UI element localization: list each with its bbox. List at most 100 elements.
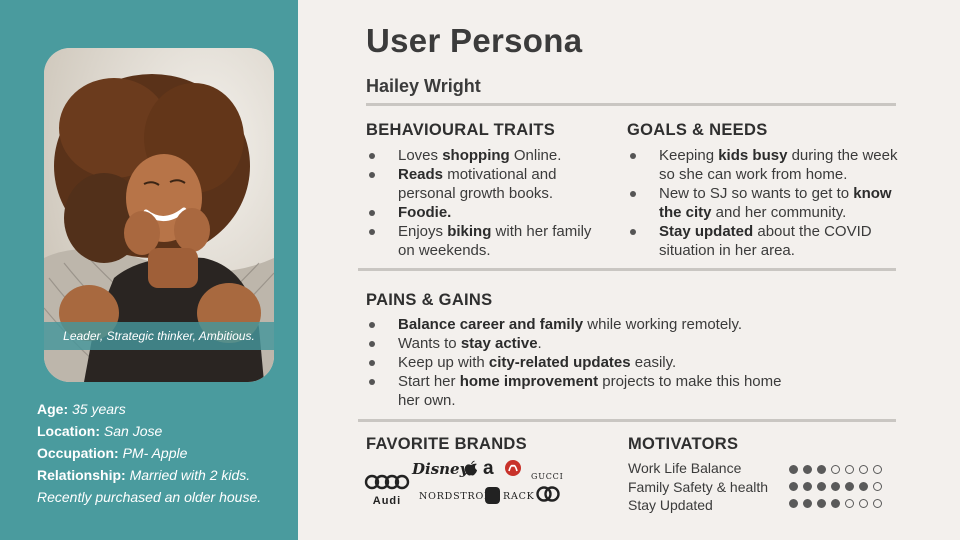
fact-location: Location: San Jose [37, 420, 287, 442]
fact-age: Age: 35 years [37, 398, 287, 420]
behavioural-item: Reads motivational and personal growth b… [366, 165, 611, 203]
text-segment: New to SJ so wants to get to [659, 185, 854, 202]
motivators-heading: MOTIVATORS [628, 435, 739, 453]
text-segment: home improvement [459, 373, 599, 390]
fact-occupation: Occupation: PM- Apple [37, 442, 287, 464]
fact-relationship: Relationship: Married with 2 kids. [37, 464, 287, 486]
nordstrom-rack-icon [485, 487, 500, 504]
rating-dot-empty [873, 465, 882, 474]
fact-value: 35 years [72, 401, 126, 417]
gucci-wordmark: GUCCI [531, 472, 564, 481]
rating-dot-filled [859, 482, 868, 491]
fact-label: Age: [37, 401, 69, 417]
persona-name: Hailey Wright [366, 76, 481, 96]
rating-dot-empty [873, 482, 882, 491]
text-segment: Keeping [659, 147, 719, 164]
goals-item: New to SJ so wants to get to know the ci… [627, 184, 907, 222]
amazon-icon: a [483, 458, 494, 479]
text-segment: biking [447, 223, 492, 240]
brand-logos: Audi Disney a GUCCI NORDSTROM RACK [364, 458, 564, 510]
apple-icon [464, 460, 478, 481]
divider [366, 103, 896, 106]
fact-note: Recently purchased an older house. [37, 486, 287, 508]
goals-item: Stay updated about the COVID situation i… [627, 222, 907, 260]
gucci-icon [536, 485, 560, 508]
text-segment: while working remotely. [583, 316, 743, 333]
rating-dot-empty [845, 465, 854, 474]
rating-dot-filled [789, 499, 798, 508]
pains-item: Start her home improvement projects to m… [366, 372, 806, 410]
pains-item: Wants to stay active. [366, 334, 806, 353]
text-segment: city-related updates [488, 354, 631, 371]
pains-item: Keep up with city-related updates easily… [366, 353, 806, 372]
behavioural-list: Loves shopping Online. Reads motivational… [366, 146, 611, 260]
rating-dot-filled [789, 465, 798, 474]
text-segment: Foodie. [398, 204, 452, 221]
rating-dot-filled [817, 482, 826, 491]
motivator-rating [789, 499, 882, 508]
fact-value: PM- Apple [122, 445, 188, 461]
behavioural-item: Loves shopping Online. [366, 146, 611, 165]
goals-list: Keeping kids busy during the week so she… [627, 146, 907, 260]
disney-logo: Disney [412, 460, 469, 478]
motivator-rating [789, 482, 882, 491]
text-segment: Wants to [398, 335, 461, 352]
text-segment: Enjoys [398, 223, 448, 240]
motivator-label: Work Life Balance [628, 460, 742, 476]
fact-value: Married with 2 kids. [129, 467, 251, 483]
rating-dot-empty [873, 499, 882, 508]
rating-dot-empty [831, 465, 840, 474]
text-segment: Loves [398, 147, 443, 164]
lululemon-icon [505, 460, 521, 481]
behavioural-heading: BEHAVIOURAL TRAITS [366, 121, 556, 139]
text-segment: kids busy [718, 147, 788, 164]
rating-dot-empty [845, 499, 854, 508]
rating-dot-filled [831, 499, 840, 508]
page-title: User Persona [366, 22, 583, 59]
rating-dot-filled [803, 465, 812, 474]
fact-note-text: Recently purchased an older house. [37, 489, 262, 505]
motivators-labels: Work Life Balance Family Safety & health… [628, 459, 768, 515]
motivator-label: Family Safety & health [628, 478, 769, 495]
rating-dot-filled [789, 482, 798, 491]
text-segment: stay active [460, 335, 538, 352]
text-segment: easily. [630, 354, 677, 371]
behavioural-item: Enjoys biking with her family on weekend… [366, 222, 611, 260]
rack-wordmark: RACK [503, 491, 535, 502]
text-segment: shopping [442, 147, 510, 164]
audi-wordmark: Audi [372, 495, 402, 507]
pains-heading: PAINS & GAINS [366, 291, 493, 309]
divider [358, 268, 896, 271]
rating-dot-filled [803, 482, 812, 491]
rating-dot-filled [803, 499, 812, 508]
text-segment: Reads [398, 166, 444, 183]
fact-label: Location: [37, 423, 100, 439]
behavioural-item: Foodie. [366, 203, 611, 222]
text-segment: Online. [509, 147, 562, 164]
fact-label: Relationship: [37, 467, 126, 483]
persona-tagline: Leader, Strategic thinker, Ambitious. [44, 322, 274, 350]
rating-dot-empty [859, 465, 868, 474]
text-segment: Start her [398, 373, 460, 390]
brands-heading: FAVORITE BRANDS [366, 435, 527, 453]
motivator-label: Stay Updated [628, 497, 713, 513]
text-segment: Balance career and family [398, 316, 584, 333]
text-segment: Keep up with [398, 354, 489, 371]
pains-item: Balance career and family while working … [366, 315, 806, 334]
motivator-rating [789, 465, 882, 474]
fact-label: Occupation: [37, 445, 119, 461]
rating-dot-filled [817, 499, 826, 508]
rating-dot-filled [845, 482, 854, 491]
rating-dot-filled [831, 482, 840, 491]
text-segment: . [537, 335, 542, 352]
text-segment: and her community. [711, 204, 847, 221]
divider [358, 419, 896, 422]
text-segment: Stay updated [659, 223, 754, 240]
persona-facts: Age: 35 years Location: San Jose Occupat… [37, 398, 287, 508]
goals-item: Keeping kids busy during the week so she… [627, 146, 907, 184]
audi-logo: Audi [364, 474, 410, 507]
persona-photo: Leader, Strategic thinker, Ambitious. [44, 48, 274, 382]
pains-list: Balance career and family while working … [366, 315, 806, 410]
goals-heading: GOALS & NEEDS [627, 121, 768, 139]
nordstrom-wordmark: NORDSTROM [419, 491, 495, 502]
